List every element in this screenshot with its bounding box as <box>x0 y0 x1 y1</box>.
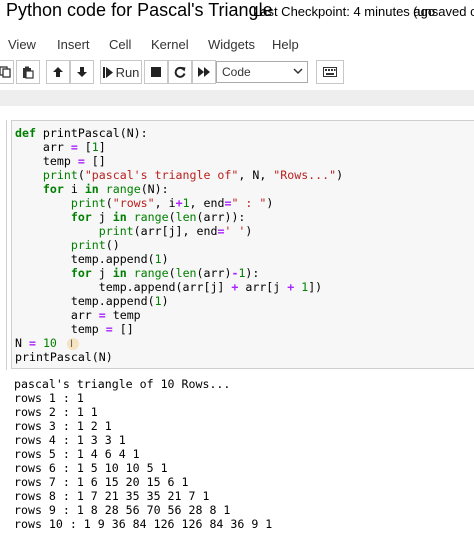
fast-forward-icon <box>198 67 210 77</box>
restart-button[interactable] <box>168 60 192 84</box>
output-line: pascal's triangle of 10 Rows... <box>14 377 231 391</box>
toolbar: Run Code <box>0 60 474 86</box>
cell-output: pascal's triangle of 10 Rows... rows 1 :… <box>14 377 272 531</box>
output-line: rows 7 : 1 6 15 20 15 6 1 <box>14 475 189 489</box>
restart-icon <box>174 66 186 78</box>
output-line: rows 9 : 1 8 28 56 70 56 28 8 1 <box>14 503 231 517</box>
output-line: rows 4 : 1 3 3 1 <box>14 433 126 447</box>
stop-icon <box>151 67 161 77</box>
output-line: rows 3 : 1 2 1 <box>14 419 112 433</box>
output-line: rows 6 : 1 5 10 10 5 1 <box>14 461 168 475</box>
menu-kernel[interactable]: Kernel <box>151 37 189 52</box>
code-line: print("rows", i+1, end=" : ") <box>70 196 274 210</box>
toolbar-divider <box>0 90 474 106</box>
code-line: arr = [1] <box>15 140 106 154</box>
menu-cell[interactable]: Cell <box>109 37 131 52</box>
arrow-down-icon <box>77 67 87 77</box>
menu-widgets[interactable]: Widgets <box>208 37 255 52</box>
cell-type-select[interactable]: Code <box>216 61 308 83</box>
copy-button[interactable] <box>0 60 14 84</box>
output-line: rows 8 : 1 7 21 35 35 21 7 1 <box>14 489 210 503</box>
copy-icon <box>0 66 11 78</box>
cell-type-value: Code <box>222 65 251 79</box>
run-icon <box>102 66 113 78</box>
code-line: printPascal(N) <box>15 350 113 364</box>
code-editor[interactable]: def printPascal(N): arr = [1] temp = [] … <box>11 120 474 369</box>
notebook-title[interactable]: Python code for Pascal's Triangle <box>6 0 273 21</box>
arrow-up-icon <box>53 67 63 77</box>
menu-view[interactable]: View <box>8 37 36 52</box>
code-line: def printPascal(N): <box>15 126 148 140</box>
move-up-button[interactable] <box>46 60 70 84</box>
code-line: temp.append(arr[j] + arr[j + 1]) <box>15 280 323 294</box>
code-line: temp = [] <box>15 154 106 168</box>
output-line: rows 10 : 1 9 36 84 126 126 84 36 9 1 <box>14 517 273 531</box>
chevron-down-icon <box>293 68 303 75</box>
code-text: def printPascal(N): arr = [1] temp = [] … <box>15 126 343 364</box>
menu-help[interactable]: Help <box>272 37 299 52</box>
menu-bar: View Insert Cell Kernel Widgets Help <box>0 34 474 58</box>
unsaved-indicator: (unsaved c <box>413 4 474 19</box>
code-line: N = 10 <box>15 336 57 350</box>
code-line: for i in range(N): <box>42 182 169 196</box>
code-line: for j in range(len(arr)): <box>70 210 246 224</box>
keyboard-icon <box>323 67 337 77</box>
output-line: rows 1 : 1 <box>14 391 84 405</box>
output-line: rows 2 : 1 1 <box>14 405 98 419</box>
paste-icon <box>22 66 34 79</box>
output-line: rows 5 : 1 4 6 4 1 <box>14 447 140 461</box>
run-button[interactable]: Run <box>100 60 142 84</box>
code-line: print("pascal's triangle of", N, "Rows..… <box>42 168 344 182</box>
code-line: temp.append(1) <box>15 294 169 308</box>
move-down-button[interactable] <box>70 60 94 84</box>
notebook-header: Python code for Pascal's Triangle Last C… <box>0 0 474 28</box>
restart-run-all-button[interactable] <box>192 60 216 84</box>
code-line: temp = [] <box>15 322 134 336</box>
code-line: print() <box>70 238 120 252</box>
menu-insert[interactable]: Insert <box>57 37 90 52</box>
code-line: temp.append(1) <box>15 252 169 266</box>
code-line: for j in range(len(arr)-1): <box>70 266 260 280</box>
paste-button[interactable] <box>16 60 40 84</box>
text-cursor-icon: Ι <box>70 338 74 350</box>
command-palette-button[interactable] <box>316 60 344 84</box>
code-line: arr = temp <box>15 308 141 322</box>
code-line: print(arr[j], end=' ') <box>98 224 253 238</box>
run-label: Run <box>115 64 140 80</box>
code-cell[interactable]: def printPascal(N): arr = [1] temp = [] … <box>6 120 474 370</box>
stop-button[interactable] <box>144 60 168 84</box>
checkpoint-status: Last Checkpoint: 4 minutes ago <box>253 4 436 19</box>
